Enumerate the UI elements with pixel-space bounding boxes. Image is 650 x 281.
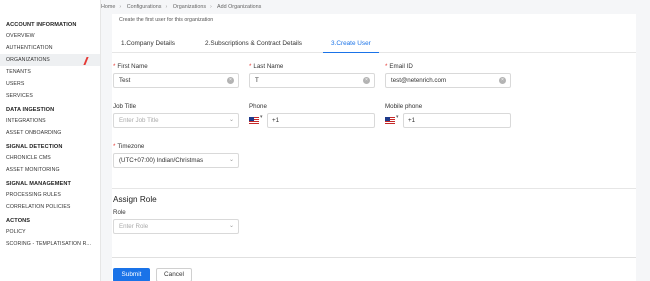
cancel-button[interactable]: Cancel (156, 268, 192, 281)
mobile-phone-input-group: ▾ +1 (385, 113, 511, 128)
chevron-down-icon: ⌄ (228, 117, 234, 123)
footer-divider (112, 257, 636, 258)
sidebar: ACCOUNT INFORMATION OVERVIEW AUTHENTICAT… (0, 0, 101, 281)
create-user-card: Create the first user for this organizat… (112, 14, 636, 281)
chevron-down-icon: ⌄ (228, 157, 234, 163)
required-marker: * (249, 63, 252, 70)
chevron-down-icon: ⌄ (228, 223, 234, 229)
mobile-phone-input[interactable]: +1 (403, 113, 511, 128)
last-name-input[interactable]: T × (249, 73, 375, 88)
dropdown-caret-icon[interactable]: ▾ (260, 114, 263, 120)
sidebar-item-services[interactable]: SERVICES (0, 90, 100, 102)
email-label: * Email ID (385, 63, 413, 70)
sidebar-item-organizations[interactable]: ORGANIZATIONS (0, 54, 100, 66)
sidebar-item-chronicle-cms[interactable]: CHRONICLE CMS (0, 152, 100, 164)
breadcrumb-current: Add Organizations (217, 4, 262, 10)
sidebar-item-asset-onboarding[interactable]: ASSET ONBOARDING (0, 127, 100, 139)
active-marker (83, 57, 89, 65)
breadcrumb: Home › Configurations › Organizations › Add… (101, 0, 265, 14)
job-title-select[interactable]: Enter Job Title ⌄ (113, 113, 239, 128)
assign-role-heading: Assign Role (113, 195, 157, 204)
clear-icon[interactable]: × (499, 77, 506, 84)
sidebar-item-overview[interactable]: OVERVIEW (0, 30, 100, 42)
sidebar-item-asset-monitoring[interactable]: ASSET MONITORING (0, 164, 100, 176)
role-label: Role (113, 209, 126, 216)
phone-input-group: ▾ +1 (249, 113, 375, 128)
sidebar-item-correlation-policies[interactable]: CORRELATION POLICIES (0, 201, 100, 213)
divider (112, 188, 636, 189)
breadcrumb-home[interactable]: Home (101, 4, 115, 10)
email-input[interactable]: test@netenrich.com × (385, 73, 511, 88)
job-title-label: Job Title (113, 103, 137, 110)
sidebar-item-processing-rules[interactable]: PROCESSING RULES (0, 189, 100, 201)
breadcrumb-organizations[interactable]: Organizations (173, 4, 206, 10)
clear-icon[interactable]: × (227, 77, 234, 84)
phone-input[interactable]: +1 (267, 113, 375, 128)
sidebar-item-authentication[interactable]: AUTHENTICATION (0, 42, 100, 54)
sidebar-item-label: ORGANIZATIONS (6, 57, 50, 63)
timezone-select[interactable]: (UTC+07:00) Indian/Christmas ⌄ (113, 153, 239, 168)
required-marker: * (385, 63, 388, 70)
timezone-label: * Timezone (113, 143, 145, 150)
mobile-phone-label: Mobile phone (385, 103, 423, 110)
required-marker: * (113, 143, 116, 150)
role-select[interactable]: Enter Role ⌄ (113, 219, 239, 234)
sidebar-item-tenants[interactable]: TENANTS (0, 66, 100, 78)
breadcrumb-configurations[interactable]: Configurations (127, 4, 162, 10)
last-name-label: * Last Name (249, 63, 284, 70)
submit-button[interactable]: Submit (113, 268, 150, 281)
dropdown-caret-icon[interactable]: ▾ (396, 114, 399, 120)
tab-subscriptions[interactable]: 2.Subscriptions & Contract Details (205, 37, 302, 53)
form-subtitle: Create the first user for this organizat… (119, 17, 214, 23)
phone-label: Phone (249, 103, 267, 110)
tab-company-details[interactable]: 1.Company Details (121, 37, 175, 53)
sidebar-section-title: SIGNAL DETECTION (6, 144, 63, 150)
sidebar-section-title: SIGNAL MANAGEMENT (6, 181, 71, 187)
sidebar-item-users[interactable]: USERS (0, 78, 100, 90)
wizard-tabs: 1.Company Details 2.Subscriptions & Cont… (112, 37, 636, 53)
sidebar-item-integrations[interactable]: INTEGRATIONS (0, 115, 100, 127)
first-name-input[interactable]: Test × (113, 73, 239, 88)
sidebar-section-title: DATA INGESTION (6, 107, 55, 113)
tab-create-user[interactable]: 3.Create User (323, 37, 379, 53)
chevron-right-icon: › (165, 4, 168, 10)
required-marker: * (113, 63, 116, 70)
sidebar-item-policy[interactable]: POLICY (0, 226, 100, 238)
sidebar-section-title: ACCOUNT INFORMATION (6, 22, 77, 28)
chevron-right-icon: › (119, 4, 122, 10)
us-flag-icon[interactable] (249, 117, 259, 124)
chevron-right-icon: › (210, 4, 212, 10)
sidebar-section-title: ACTONS (6, 218, 31, 224)
sidebar-item-scoring[interactable]: SCORING - TEMPLATISATION R... (0, 238, 100, 250)
first-name-label: * First Name (113, 63, 148, 70)
clear-icon[interactable]: × (363, 77, 370, 84)
us-flag-icon[interactable] (385, 117, 395, 124)
